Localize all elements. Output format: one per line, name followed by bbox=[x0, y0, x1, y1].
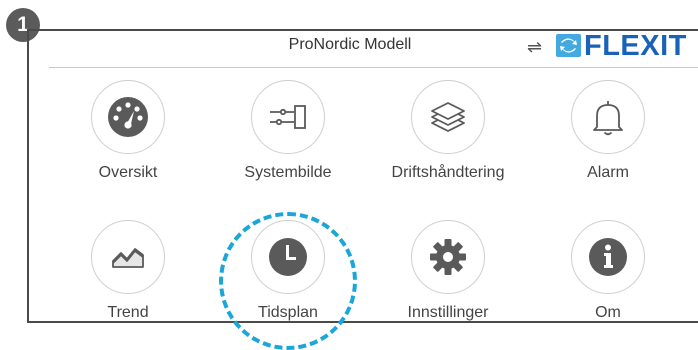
menu-item-label: Innstillinger bbox=[407, 304, 489, 321]
trend-chart-icon bbox=[112, 248, 144, 268]
menu-item-label: Om bbox=[595, 304, 621, 321]
system-diagram-icon bbox=[270, 105, 306, 129]
menu-item-circle[interactable] bbox=[571, 80, 645, 154]
brand-logo-text: FLEXIT bbox=[584, 30, 687, 62]
menu-item-label: Alarm bbox=[587, 164, 629, 181]
menu-item-systembilde[interactable]: Systembilde bbox=[208, 80, 368, 182]
menu-item-circle[interactable] bbox=[411, 220, 485, 294]
menu-item-label: Oversikt bbox=[98, 164, 158, 181]
brand-logo-icon bbox=[556, 34, 581, 57]
menu-item-circle[interactable] bbox=[251, 80, 325, 154]
gear-icon bbox=[430, 239, 466, 275]
menu-item-oversikt[interactable]: Oversikt bbox=[48, 80, 208, 182]
speedometer-icon bbox=[108, 97, 148, 137]
device-title: ProNordic Modell bbox=[288, 36, 412, 53]
menu-item-label: Systembilde bbox=[244, 164, 332, 181]
connection-icon: ⇌ bbox=[527, 37, 543, 57]
menu-item-circle[interactable] bbox=[91, 80, 165, 154]
header-divider bbox=[49, 67, 698, 68]
menu-item-driftshandtering[interactable]: Driftshåndtering bbox=[368, 80, 528, 182]
info-icon bbox=[589, 238, 627, 276]
menu-item-label: Trend bbox=[107, 304, 149, 321]
menu-item-circle[interactable] bbox=[411, 80, 485, 154]
menu-item-alarm[interactable]: Alarm bbox=[528, 80, 688, 182]
menu-item-innstillinger[interactable]: Innstillinger bbox=[368, 220, 528, 322]
bell-icon bbox=[593, 101, 623, 136]
menu-item-circle[interactable] bbox=[91, 220, 165, 294]
menu-item-circle[interactable] bbox=[571, 220, 645, 294]
menu-item-om[interactable]: Om bbox=[528, 220, 688, 322]
menu-item-trend[interactable]: Trend bbox=[48, 220, 208, 322]
selection-highlight-circle bbox=[219, 212, 357, 350]
menu-item-label: Driftshåndtering bbox=[391, 164, 505, 181]
layers-icon bbox=[431, 102, 465, 132]
